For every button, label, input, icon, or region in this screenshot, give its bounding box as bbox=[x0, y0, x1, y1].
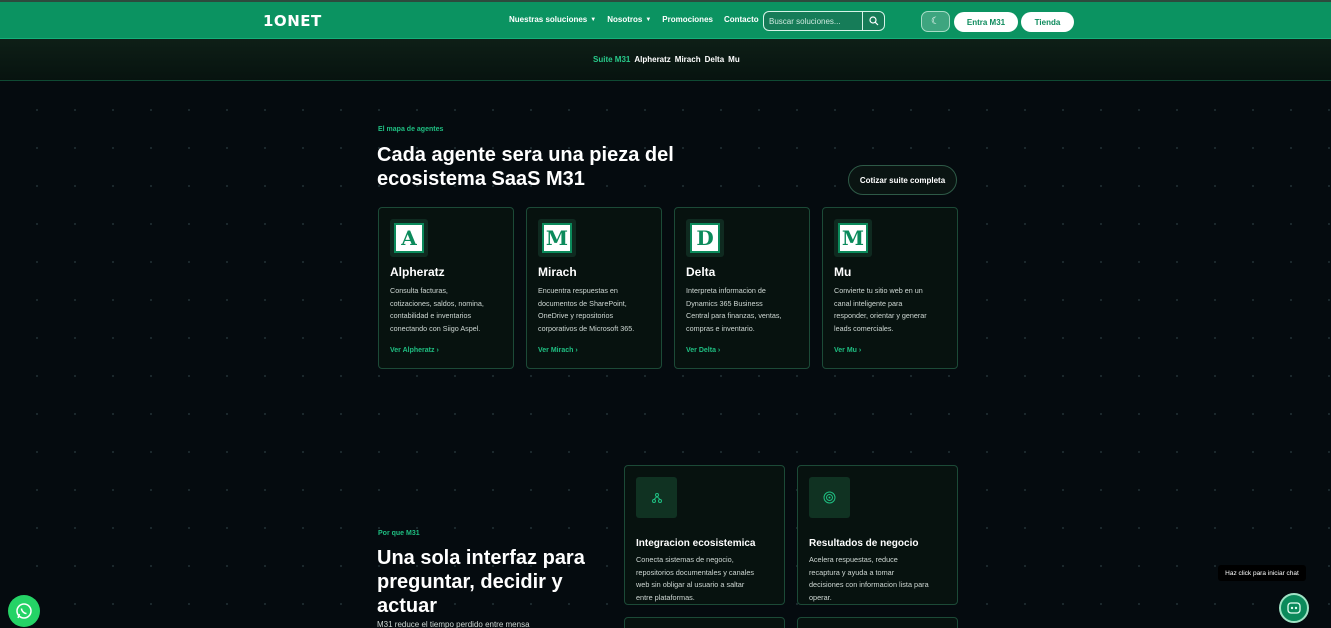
whatsapp-button[interactable] bbox=[8, 595, 40, 627]
agent-card-delta[interactable]: D Delta Interpreta informacion de Dynamic… bbox=[674, 207, 810, 369]
section-paragraph: M31 reduce el tiempo perdido entre mensa bbox=[377, 620, 530, 628]
agent-description: Interpreta informacion de Dynamics 365 Bu… bbox=[686, 286, 782, 333]
feature-description: Conecta sistemas de negocio, repositorios… bbox=[636, 555, 755, 602]
agent-link[interactable]: Ver Mirach › bbox=[538, 347, 578, 354]
network-icon bbox=[636, 477, 677, 518]
top-navbar: 1ONET Nuestras soluciones ▼ Nosotros ▼ Pro… bbox=[0, 0, 1331, 39]
delta-logo-icon: D bbox=[690, 223, 720, 253]
nav-item-contacto[interactable]: Contacto bbox=[724, 15, 759, 24]
search-button[interactable] bbox=[862, 12, 884, 30]
subnav-item-suite-m31[interactable]: Suite M31 bbox=[593, 55, 630, 64]
agent-description: Consulta facturas, cotizaciones, saldos, … bbox=[390, 286, 484, 333]
arrow-right-icon: › bbox=[436, 347, 439, 354]
theme-toggle-button[interactable]: ☾ bbox=[921, 11, 950, 32]
agent-name: Mirach bbox=[538, 265, 577, 279]
agent-name: Delta bbox=[686, 265, 716, 279]
store-button[interactable]: Tienda bbox=[1021, 12, 1074, 32]
section-eyebrow: Por que M31 bbox=[378, 530, 420, 537]
arrow-right-icon: › bbox=[575, 347, 578, 354]
chatbot-icon bbox=[1287, 602, 1301, 614]
feature-card-resultados: Resultados de negocio Acelera respuestas… bbox=[797, 465, 958, 605]
main-nav: Nuestras soluciones ▼ Nosotros ▼ Promocion… bbox=[509, 15, 759, 24]
arrow-right-icon: › bbox=[717, 347, 721, 354]
section-title: Cada agente sera una pieza del ecosistem… bbox=[377, 144, 674, 190]
mirach-logo-icon: M bbox=[542, 223, 572, 253]
arrow-right-icon: › bbox=[858, 347, 862, 354]
subnav-item-mu[interactable]: Mu bbox=[728, 55, 740, 64]
moon-icon: ☾ bbox=[931, 16, 940, 27]
target-icon bbox=[809, 477, 850, 518]
logo[interactable]: 1ONET bbox=[263, 12, 322, 30]
search-box bbox=[763, 11, 885, 31]
subnav-item-alpheratz[interactable]: Alpheratz bbox=[634, 55, 670, 64]
feature-description: Acelera respuestas, reduce recaptura y ay… bbox=[809, 555, 929, 602]
agent-card-mu[interactable]: M Mu Convierte tu sitio web en un canal i… bbox=[822, 207, 958, 369]
quote-suite-button[interactable]: Cotizar suite completa bbox=[848, 165, 957, 195]
agent-link[interactable]: Ver Delta › bbox=[686, 347, 720, 354]
chevron-down-icon: ▼ bbox=[645, 16, 652, 23]
alpheratz-logo-icon: A bbox=[394, 223, 424, 253]
nav-item-soluciones[interactable]: Nuestras soluciones ▼ bbox=[509, 15, 596, 24]
agent-name: Alpheratz bbox=[390, 265, 445, 279]
feature-card-integracion: Integracion ecosistemica Conecta sistema… bbox=[624, 465, 785, 605]
feature-title: Resultados de negocio bbox=[809, 538, 919, 549]
chat-launcher-button[interactable] bbox=[1279, 593, 1309, 623]
feature-card-partial bbox=[624, 617, 785, 628]
nav-item-promociones[interactable]: Promociones bbox=[662, 15, 713, 24]
feature-title: Integracion ecosistemica bbox=[636, 538, 756, 549]
agent-name: Mu bbox=[834, 265, 852, 279]
section-title: Una sola interfaz para preguntar, decidi… bbox=[377, 547, 585, 617]
agent-link[interactable]: Ver Alpheratz › bbox=[390, 347, 439, 354]
feature-card-partial bbox=[797, 617, 958, 628]
login-button[interactable]: Entra M31 bbox=[954, 12, 1018, 32]
agent-description: Encuentra respuestas en documentos de Sha… bbox=[538, 286, 635, 333]
nav-item-nosotros[interactable]: Nosotros ▼ bbox=[607, 15, 651, 24]
search-input[interactable] bbox=[764, 16, 862, 26]
search-icon bbox=[868, 16, 878, 26]
agent-link[interactable]: Ver Mu › bbox=[834, 347, 861, 354]
sub-navbar: Suite M31 Alpheratz Mirach Delta Mu bbox=[0, 39, 1331, 81]
chat-tooltip: Haz click para iniciar chat bbox=[1218, 565, 1306, 581]
agent-card-alpheratz[interactable]: A Alpheratz Consulta facturas, cotizacion… bbox=[378, 207, 514, 369]
agent-description: Convierte tu sitio web en un canal inteli… bbox=[834, 286, 927, 333]
whatsapp-icon bbox=[16, 603, 32, 619]
section-eyebrow: El mapa de agentes bbox=[378, 126, 444, 133]
subnav-item-mirach[interactable]: Mirach bbox=[675, 55, 701, 64]
chevron-down-icon: ▼ bbox=[590, 16, 597, 23]
subnav-item-delta[interactable]: Delta bbox=[705, 55, 725, 64]
agent-card-mirach[interactable]: M Mirach Encuentra respuestas en document… bbox=[526, 207, 662, 369]
mu-logo-icon: M bbox=[838, 223, 868, 253]
